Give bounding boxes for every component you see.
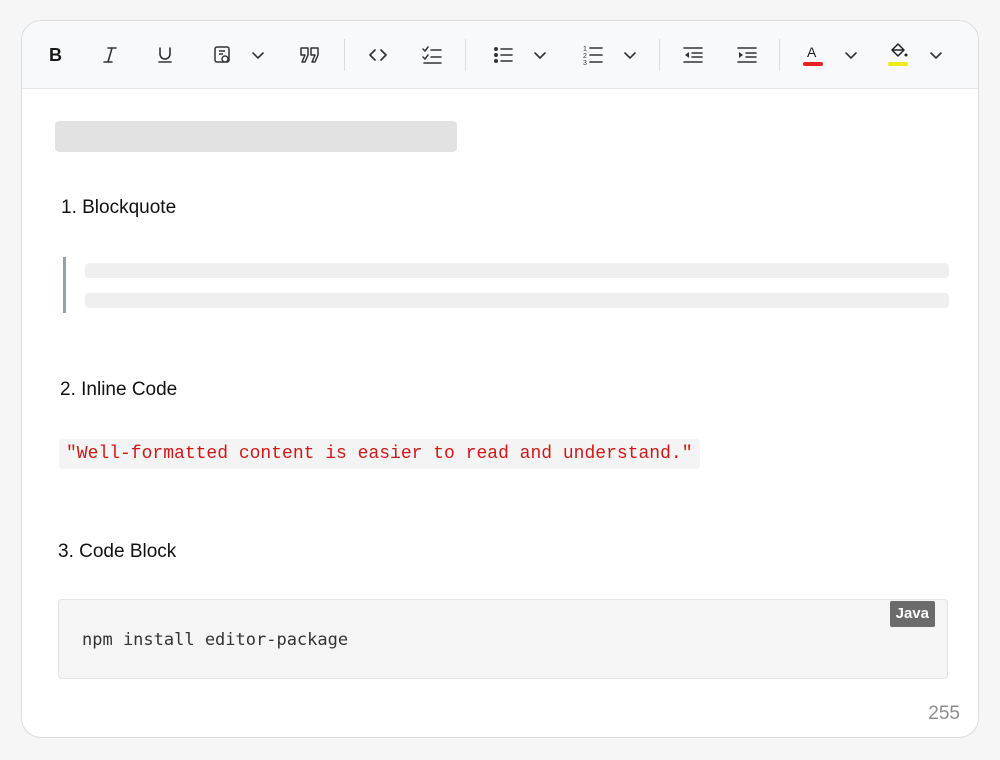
- blockquote-line-placeholder: [85, 263, 949, 278]
- editor-toolbar: B 123 A: [22, 21, 978, 89]
- highlight-color-button[interactable]: [885, 39, 947, 71]
- svg-text:B: B: [49, 45, 62, 65]
- underline-icon: [158, 47, 172, 63]
- inline-code-button[interactable]: [366, 39, 390, 71]
- section-heading-inline-code: 2. Inline Code: [60, 379, 178, 400]
- blockquote-button[interactable]: [297, 39, 323, 71]
- rich-text-editor: B 123 A 1. Blockquote 2. Inline Code "We…: [21, 20, 979, 738]
- checklist-icon: [422, 46, 442, 64]
- chevron-down-icon: [534, 52, 546, 60]
- svg-text:3: 3: [583, 60, 587, 66]
- character-count: 255: [928, 703, 960, 724]
- code-block[interactable]: npm install editor-package Java: [58, 599, 948, 679]
- toolbar-divider: [344, 39, 345, 71]
- blockquote-bar: [63, 257, 66, 313]
- format-painter-icon: [214, 46, 230, 63]
- blockquote-line-placeholder: [85, 293, 949, 308]
- quote-icon: [300, 47, 319, 63]
- numbered-list-button[interactable]: 123: [580, 39, 642, 71]
- indent-icon: [737, 47, 757, 63]
- svg-text:1: 1: [583, 46, 587, 53]
- chevron-down-icon: [624, 52, 636, 60]
- toolbar-divider: [779, 39, 780, 71]
- code-language-badge[interactable]: Java: [889, 601, 935, 627]
- format-painter-button[interactable]: [210, 39, 270, 71]
- code-icon: [369, 49, 387, 61]
- chevron-down-icon: [252, 52, 264, 60]
- numbered-list-icon: 123: [583, 46, 603, 66]
- paint-bucket-icon: [888, 43, 908, 66]
- checklist-button[interactable]: [420, 39, 444, 71]
- svg-text:A: A: [807, 44, 817, 60]
- section-heading-code-block: 3. Code Block: [58, 541, 177, 562]
- bulleted-list-icon: [494, 47, 513, 63]
- svg-text:2: 2: [583, 53, 587, 60]
- title-placeholder: [55, 121, 457, 152]
- chevron-down-icon: [930, 52, 942, 60]
- bold-icon: B: [49, 45, 62, 65]
- bold-button[interactable]: B: [44, 39, 68, 71]
- italic-icon: [103, 47, 117, 63]
- italic-button[interactable]: [98, 39, 122, 71]
- font-color-icon: A: [803, 44, 823, 66]
- outdent-button[interactable]: [681, 39, 705, 71]
- bulleted-list-button[interactable]: [490, 39, 552, 71]
- inline-code-snippet[interactable]: "Well-formatted content is easier to rea…: [59, 439, 700, 469]
- toolbar-divider: [465, 39, 466, 71]
- indent-button[interactable]: [735, 39, 759, 71]
- outdent-icon: [683, 47, 703, 63]
- font-color-button[interactable]: A: [800, 39, 862, 71]
- section-heading-blockquote: 1. Blockquote: [61, 197, 177, 218]
- code-block-text: npm install editor-package: [82, 630, 349, 650]
- chevron-down-icon: [845, 52, 857, 60]
- underline-button[interactable]: [153, 39, 177, 71]
- toolbar-divider: [659, 39, 660, 71]
